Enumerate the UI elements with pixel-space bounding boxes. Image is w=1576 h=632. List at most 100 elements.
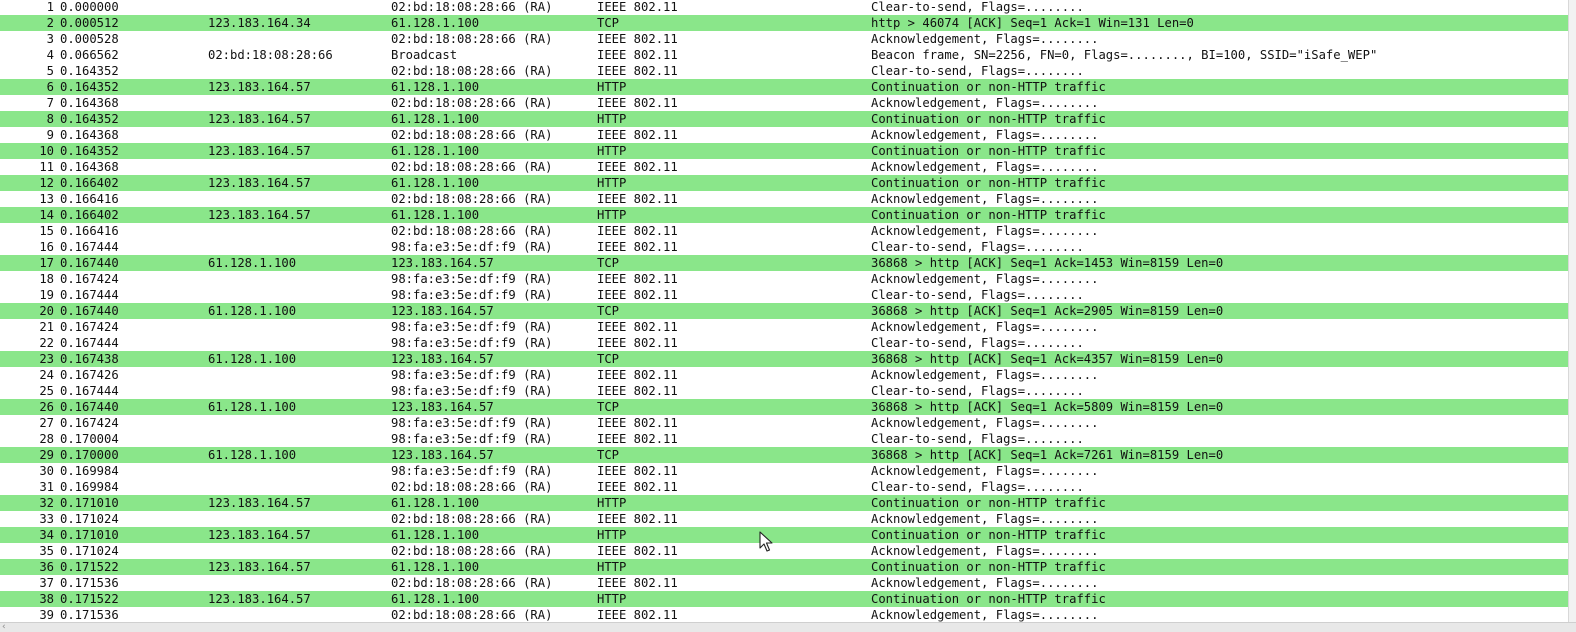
- packet-info: Acknowledgement, Flags=........: [871, 224, 1099, 238]
- packet-number: 37: [39, 576, 54, 590]
- packet-source: [208, 319, 388, 335]
- packet-number: 19: [39, 288, 54, 302]
- packet-destination: 02:bd:18:08:28:66 (RA): [391, 512, 553, 526]
- packet-destination: 123.183.164.57: [391, 448, 494, 462]
- packet-info: 36868 > http [ACK] Seq=1 Ack=2905 Win=81…: [871, 304, 1224, 318]
- packet-row[interactable]: 14 0.166402 123.183.164.57 61.128.1.100 HTTP…: [0, 207, 1568, 223]
- packet-row[interactable]: 25 0.167444 98:fa:e3:5e:df:f9 (RA) IEEE 802…: [0, 383, 1568, 399]
- packet-destination: 123.183.164.57: [391, 304, 494, 318]
- packet-protocol: IEEE 802.11: [597, 608, 678, 622]
- packet-protocol: IEEE 802.11: [597, 432, 678, 446]
- packet-protocol: IEEE 802.11: [597, 368, 678, 382]
- packet-row[interactable]: 22 0.167444 98:fa:e3:5e:df:f9 (RA) IEEE 802…: [0, 335, 1568, 351]
- packet-destination: 61.128.1.100: [391, 592, 480, 606]
- packet-row[interactable]: 27 0.167424 98:fa:e3:5e:df:f9 (RA) IEEE 802…: [0, 415, 1568, 431]
- packet-info: Acknowledgement, Flags=........: [871, 576, 1099, 590]
- packet-number: 36: [39, 560, 54, 574]
- packet-protocol: IEEE 802.11: [597, 192, 678, 206]
- packet-protocol: HTTP: [597, 528, 627, 542]
- packet-number: 32: [39, 496, 54, 510]
- packet-row[interactable]: 28 0.170004 98:fa:e3:5e:df:f9 (RA) IEEE 802…: [0, 431, 1568, 447]
- packet-row[interactable]: 6 0.164352 123.183.164.57 61.128.1.100 HTTP C…: [0, 79, 1568, 95]
- packet-protocol: IEEE 802.11: [597, 464, 678, 478]
- packet-time: 0.164352: [60, 144, 119, 158]
- packet-row[interactable]: 11 0.164368 02:bd:18:08:28:66 (RA) IEEE 802…: [0, 159, 1568, 175]
- packet-protocol: TCP: [597, 304, 620, 318]
- packet-row[interactable]: 5 0.164352 02:bd:18:08:28:66 (RA) IEEE 802.…: [0, 63, 1568, 79]
- packet-row[interactable]: 3 0.000528 02:bd:18:08:28:66 (RA) IEEE 802.…: [0, 31, 1568, 47]
- packet-row[interactable]: 31 0.169984 02:bd:18:08:28:66 (RA) IEEE 802…: [0, 479, 1568, 495]
- packet-number: 20: [39, 304, 54, 318]
- packet-time: 0.167424: [60, 416, 119, 430]
- packet-row[interactable]: 29 0.170000 61.128.1.100 123.183.164.57 TCP 3…: [0, 447, 1568, 463]
- packet-protocol: IEEE 802.11: [597, 544, 678, 558]
- packet-protocol: IEEE 802.11: [597, 32, 678, 46]
- packet-destination: 02:bd:18:08:28:66 (RA): [391, 160, 553, 174]
- packet-row[interactable]: 26 0.167440 61.128.1.100 123.183.164.57 TCP 3…: [0, 399, 1568, 415]
- packet-time: 0.167424: [60, 320, 119, 334]
- packet-row[interactable]: 7 0.164368 02:bd:18:08:28:66 (RA) IEEE 802.…: [0, 95, 1568, 111]
- packet-row[interactable]: 37 0.171536 02:bd:18:08:28:66 (RA) IEEE 802…: [0, 575, 1568, 591]
- packet-row[interactable]: 39 0.171536 02:bd:18:08:28:66 (RA) IEEE 802…: [0, 607, 1568, 622]
- packet-row[interactable]: 20 0.167440 61.128.1.100 123.183.164.57 TCP 3…: [0, 303, 1568, 319]
- packet-time: 0.171010: [60, 528, 119, 542]
- packet-row[interactable]: 21 0.167424 98:fa:e3:5e:df:f9 (RA) IEEE 802…: [0, 319, 1568, 335]
- packet-row[interactable]: 8 0.164352 123.183.164.57 61.128.1.100 HTTP C…: [0, 111, 1568, 127]
- packet-protocol: HTTP: [597, 208, 627, 222]
- packet-row[interactable]: 18 0.167424 98:fa:e3:5e:df:f9 (RA) IEEE 802…: [0, 271, 1568, 287]
- packet-row[interactable]: 38 0.171522 123.183.164.57 61.128.1.100 HTTP…: [0, 591, 1568, 607]
- packet-number: 10: [39, 144, 54, 158]
- packet-row[interactable]: 9 0.164368 02:bd:18:08:28:66 (RA) IEEE 802.…: [0, 127, 1568, 143]
- packet-destination: 61.128.1.100: [391, 528, 480, 542]
- packet-protocol: IEEE 802.11: [597, 512, 678, 526]
- packet-row[interactable]: 23 0.167438 61.128.1.100 123.183.164.57 TCP 3…: [0, 351, 1568, 367]
- packet-row[interactable]: 10 0.164352 123.183.164.57 61.128.1.100 HTTP…: [0, 143, 1568, 159]
- packet-source: 123.183.164.57: [208, 560, 311, 574]
- packet-number: 34: [39, 528, 54, 542]
- vertical-scrollbar[interactable]: [1568, 0, 1576, 622]
- packet-number: 22: [39, 336, 54, 350]
- chevron-left-icon[interactable]: ‹: [2, 622, 10, 632]
- packet-row[interactable]: 30 0.169984 98:fa:e3:5e:df:f9 (RA) IEEE 802…: [0, 463, 1568, 479]
- packet-source: [208, 287, 388, 303]
- packet-time: 0.000000: [60, 0, 119, 14]
- packet-list[interactable]: 1 0.000000 02:bd:18:08:28:66 (RA) IEEE 802.…: [0, 0, 1576, 622]
- packet-row[interactable]: 19 0.167444 98:fa:e3:5e:df:f9 (RA) IEEE 802…: [0, 287, 1568, 303]
- packet-destination: 98:fa:e3:5e:df:f9 (RA): [391, 384, 553, 398]
- packet-protocol: IEEE 802.11: [597, 336, 678, 350]
- packet-info: Acknowledgement, Flags=........: [871, 512, 1099, 526]
- packet-number: 15: [39, 224, 54, 238]
- horizontal-scrollbar[interactable]: ‹: [0, 622, 1576, 632]
- packet-info: http > 46074 [ACK] Seq=1 Ack=1 Win=131 L…: [871, 16, 1194, 30]
- packet-destination: 02:bd:18:08:28:66 (RA): [391, 64, 553, 78]
- packet-row[interactable]: 13 0.166416 02:bd:18:08:28:66 (RA) IEEE 802…: [0, 191, 1568, 207]
- packet-row[interactable]: 12 0.166402 123.183.164.57 61.128.1.100 HTTP…: [0, 175, 1568, 191]
- packet-row[interactable]: 1 0.000000 02:bd:18:08:28:66 (RA) IEEE 802.…: [0, 0, 1568, 15]
- packet-row[interactable]: 32 0.171010 123.183.164.57 61.128.1.100 HTTP…: [0, 495, 1568, 511]
- packet-destination: 02:bd:18:08:28:66 (RA): [391, 608, 553, 622]
- packet-time: 0.171536: [60, 608, 119, 622]
- packet-row[interactable]: 36 0.171522 123.183.164.57 61.128.1.100 HTTP…: [0, 559, 1568, 575]
- packet-row[interactable]: 34 0.171010 123.183.164.57 61.128.1.100 HTTP…: [0, 527, 1568, 543]
- packet-info: 36868 > http [ACK] Seq=1 Ack=5809 Win=81…: [871, 400, 1224, 414]
- packet-time: 0.066562: [60, 48, 119, 62]
- packet-number: 35: [39, 544, 54, 558]
- packet-row[interactable]: 16 0.167444 98:fa:e3:5e:df:f9 (RA) IEEE 802…: [0, 239, 1568, 255]
- packet-row[interactable]: 15 0.166416 02:bd:18:08:28:66 (RA) IEEE 802…: [0, 223, 1568, 239]
- packet-protocol: TCP: [597, 16, 620, 30]
- packet-protocol: TCP: [597, 448, 620, 462]
- packet-row[interactable]: 4 0.066562 02:bd:18:08:28:66 Broadcast IEEE …: [0, 47, 1568, 63]
- packet-row[interactable]: 2 0.000512 123.183.164.34 61.128.1.100 TCP ht…: [0, 15, 1568, 31]
- packet-row[interactable]: 17 0.167440 61.128.1.100 123.183.164.57 TCP 3…: [0, 255, 1568, 271]
- packet-row[interactable]: 35 0.171024 02:bd:18:08:28:66 (RA) IEEE 802…: [0, 543, 1568, 559]
- packet-number: 11: [39, 160, 54, 174]
- packet-protocol: IEEE 802.11: [597, 576, 678, 590]
- packet-number: 18: [39, 272, 54, 286]
- packet-time: 0.164352: [60, 80, 119, 94]
- packet-row[interactable]: 24 0.167426 98:fa:e3:5e:df:f9 (RA) IEEE 802…: [0, 367, 1568, 383]
- packet-row[interactable]: 33 0.171024 02:bd:18:08:28:66 (RA) IEEE 802…: [0, 511, 1568, 527]
- packet-number: 25: [39, 384, 54, 398]
- packet-time: 0.166416: [60, 192, 119, 206]
- packet-number: 1: [46, 0, 54, 14]
- packet-time: 0.164368: [60, 128, 119, 142]
